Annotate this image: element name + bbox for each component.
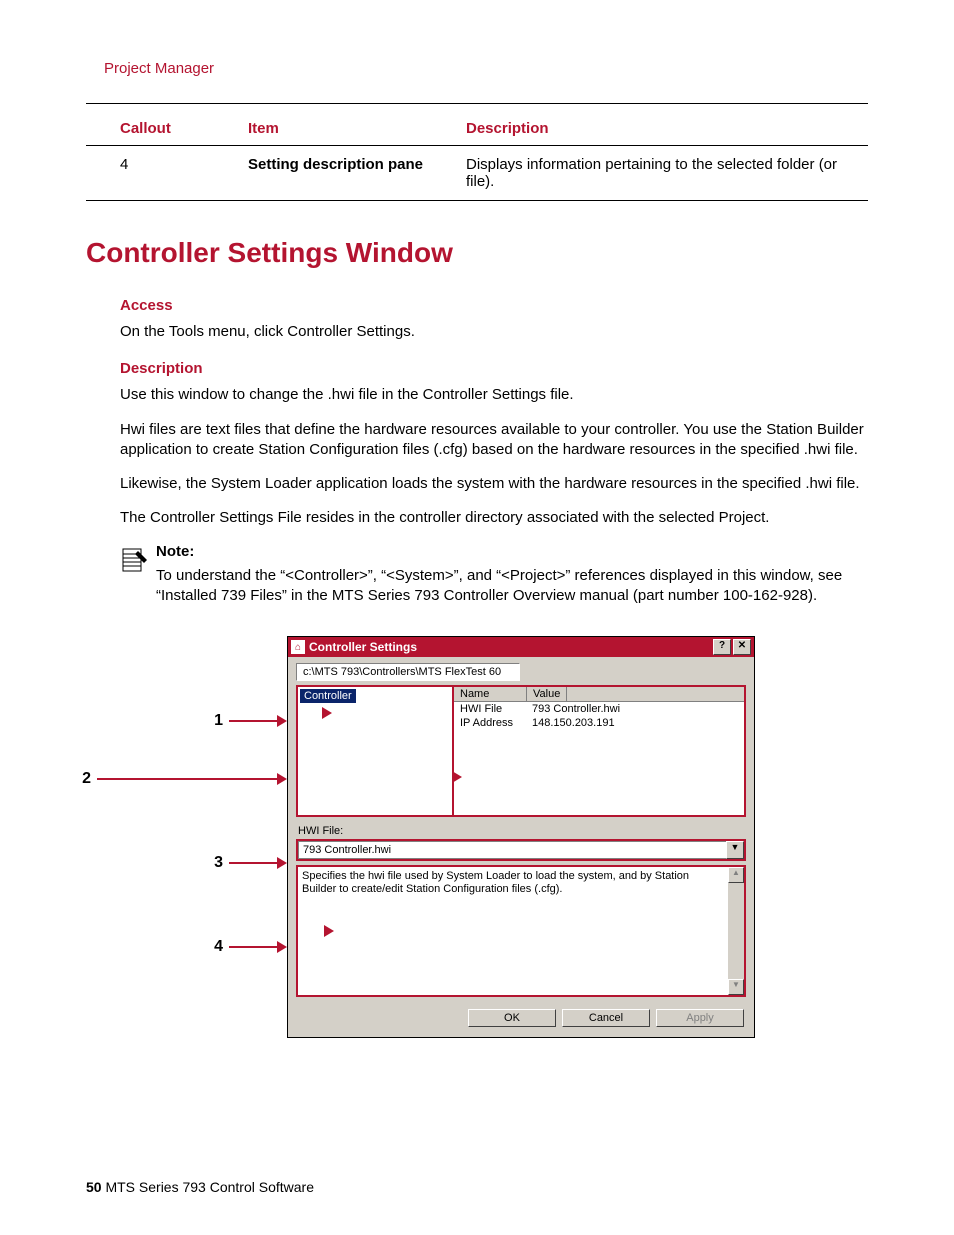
tree-item-selected[interactable]: Controller [300,689,356,703]
prop-value: 148.150.203.191 [526,716,621,730]
controller-path-field: c:\MTS 793\Controllers\MTS FlexTest 60 [296,663,520,681]
paragraph: Likewise, the System Loader application … [120,474,868,494]
scroll-up-icon[interactable]: ▲ [728,867,744,883]
section-title: Controller Settings Window [86,237,868,269]
window-title: Controller Settings [309,640,417,654]
access-heading: Access [120,297,868,314]
arrow-right-icon [452,771,462,783]
setting-description-pane: Specifies the hwi file used by System Lo… [296,865,746,997]
property-row[interactable]: IP Address 148.150.203.191 [454,716,744,730]
property-row[interactable]: HWI File 793 Controller.hwi [454,702,744,716]
properties-panel[interactable]: Name Value HWI File 793 Controller.hwi I… [454,685,746,817]
app-icon: ⌂ [291,640,305,654]
callout-leader [97,778,277,780]
callout-leader [229,946,277,948]
description-text: Specifies the hwi file used by System Lo… [298,867,728,995]
arrow-right-icon [277,857,287,869]
cell-callout: 4 [86,146,244,201]
prop-name: IP Address [454,716,526,730]
hwi-file-dropdown[interactable]: 793 Controller.hwi ▼ [296,839,746,861]
prop-value: 793 Controller.hwi [526,702,626,716]
callout-table: Callout Item Description 4 Setting descr… [86,114,868,201]
callout-leader [229,720,277,722]
page-number: 50 [86,1179,102,1195]
ok-button[interactable]: OK [468,1009,556,1027]
col-header-description: Description [462,114,868,146]
description-heading: Description [120,360,868,377]
callout-number: 1 [214,712,223,730]
paragraph: Use this window to change the .hwi file … [120,385,868,405]
note-text: To understand the “<Controller>”, “<Syst… [156,566,868,607]
paragraph: The Controller Settings File resides in … [120,508,868,528]
callout-number: 3 [214,854,223,872]
col-header-callout: Callout [86,114,244,146]
access-text: On the Tools menu, click Controller Sett… [120,322,868,342]
scrollbar[interactable]: ▲ ▼ [728,867,744,995]
page-footer: 50 MTS Series 793 Control Software [86,1179,314,1195]
scroll-down-icon[interactable]: ▼ [728,979,744,995]
close-button[interactable]: ✕ [733,639,751,655]
paragraph: Hwi files are text files that define the… [120,420,868,461]
note-icon [120,543,156,607]
titlebar: ⌂ Controller Settings ? ✕ [288,637,754,657]
col-header-name: Name [454,687,527,701]
note-label: Note: [156,543,868,560]
arrow-right-icon [277,715,287,727]
divider [86,103,868,104]
arrow-right-icon [277,941,287,953]
cancel-button[interactable]: Cancel [562,1009,650,1027]
arrow-right-icon [277,773,287,785]
footer-text: MTS Series 793 Control Software [102,1179,314,1195]
arrow-right-icon [322,707,332,719]
arrow-right-icon [324,925,334,937]
col-header-value: Value [527,687,567,701]
hwi-file-label: HWI File: [288,817,754,839]
controller-settings-window: ⌂ Controller Settings ? ✕ c:\MTS 793\Con… [287,636,755,1038]
callout-leader [229,862,277,864]
hwi-file-value: 793 Controller.hwi [298,841,726,859]
prop-name: HWI File [454,702,526,716]
breadcrumb: Project Manager [104,60,868,77]
apply-button[interactable]: Apply [656,1009,744,1027]
callout-number: 2 [82,770,91,788]
cell-item: Setting description pane [244,146,462,201]
col-header-item: Item [244,114,462,146]
chevron-down-icon[interactable]: ▼ [726,841,744,859]
settings-tree[interactable]: Controller [296,685,454,817]
help-button[interactable]: ? [713,639,731,655]
cell-desc: Displays information pertaining to the s… [462,146,868,201]
callout-number: 4 [214,938,223,956]
table-row: 4 Setting description pane Displays info… [86,146,868,201]
